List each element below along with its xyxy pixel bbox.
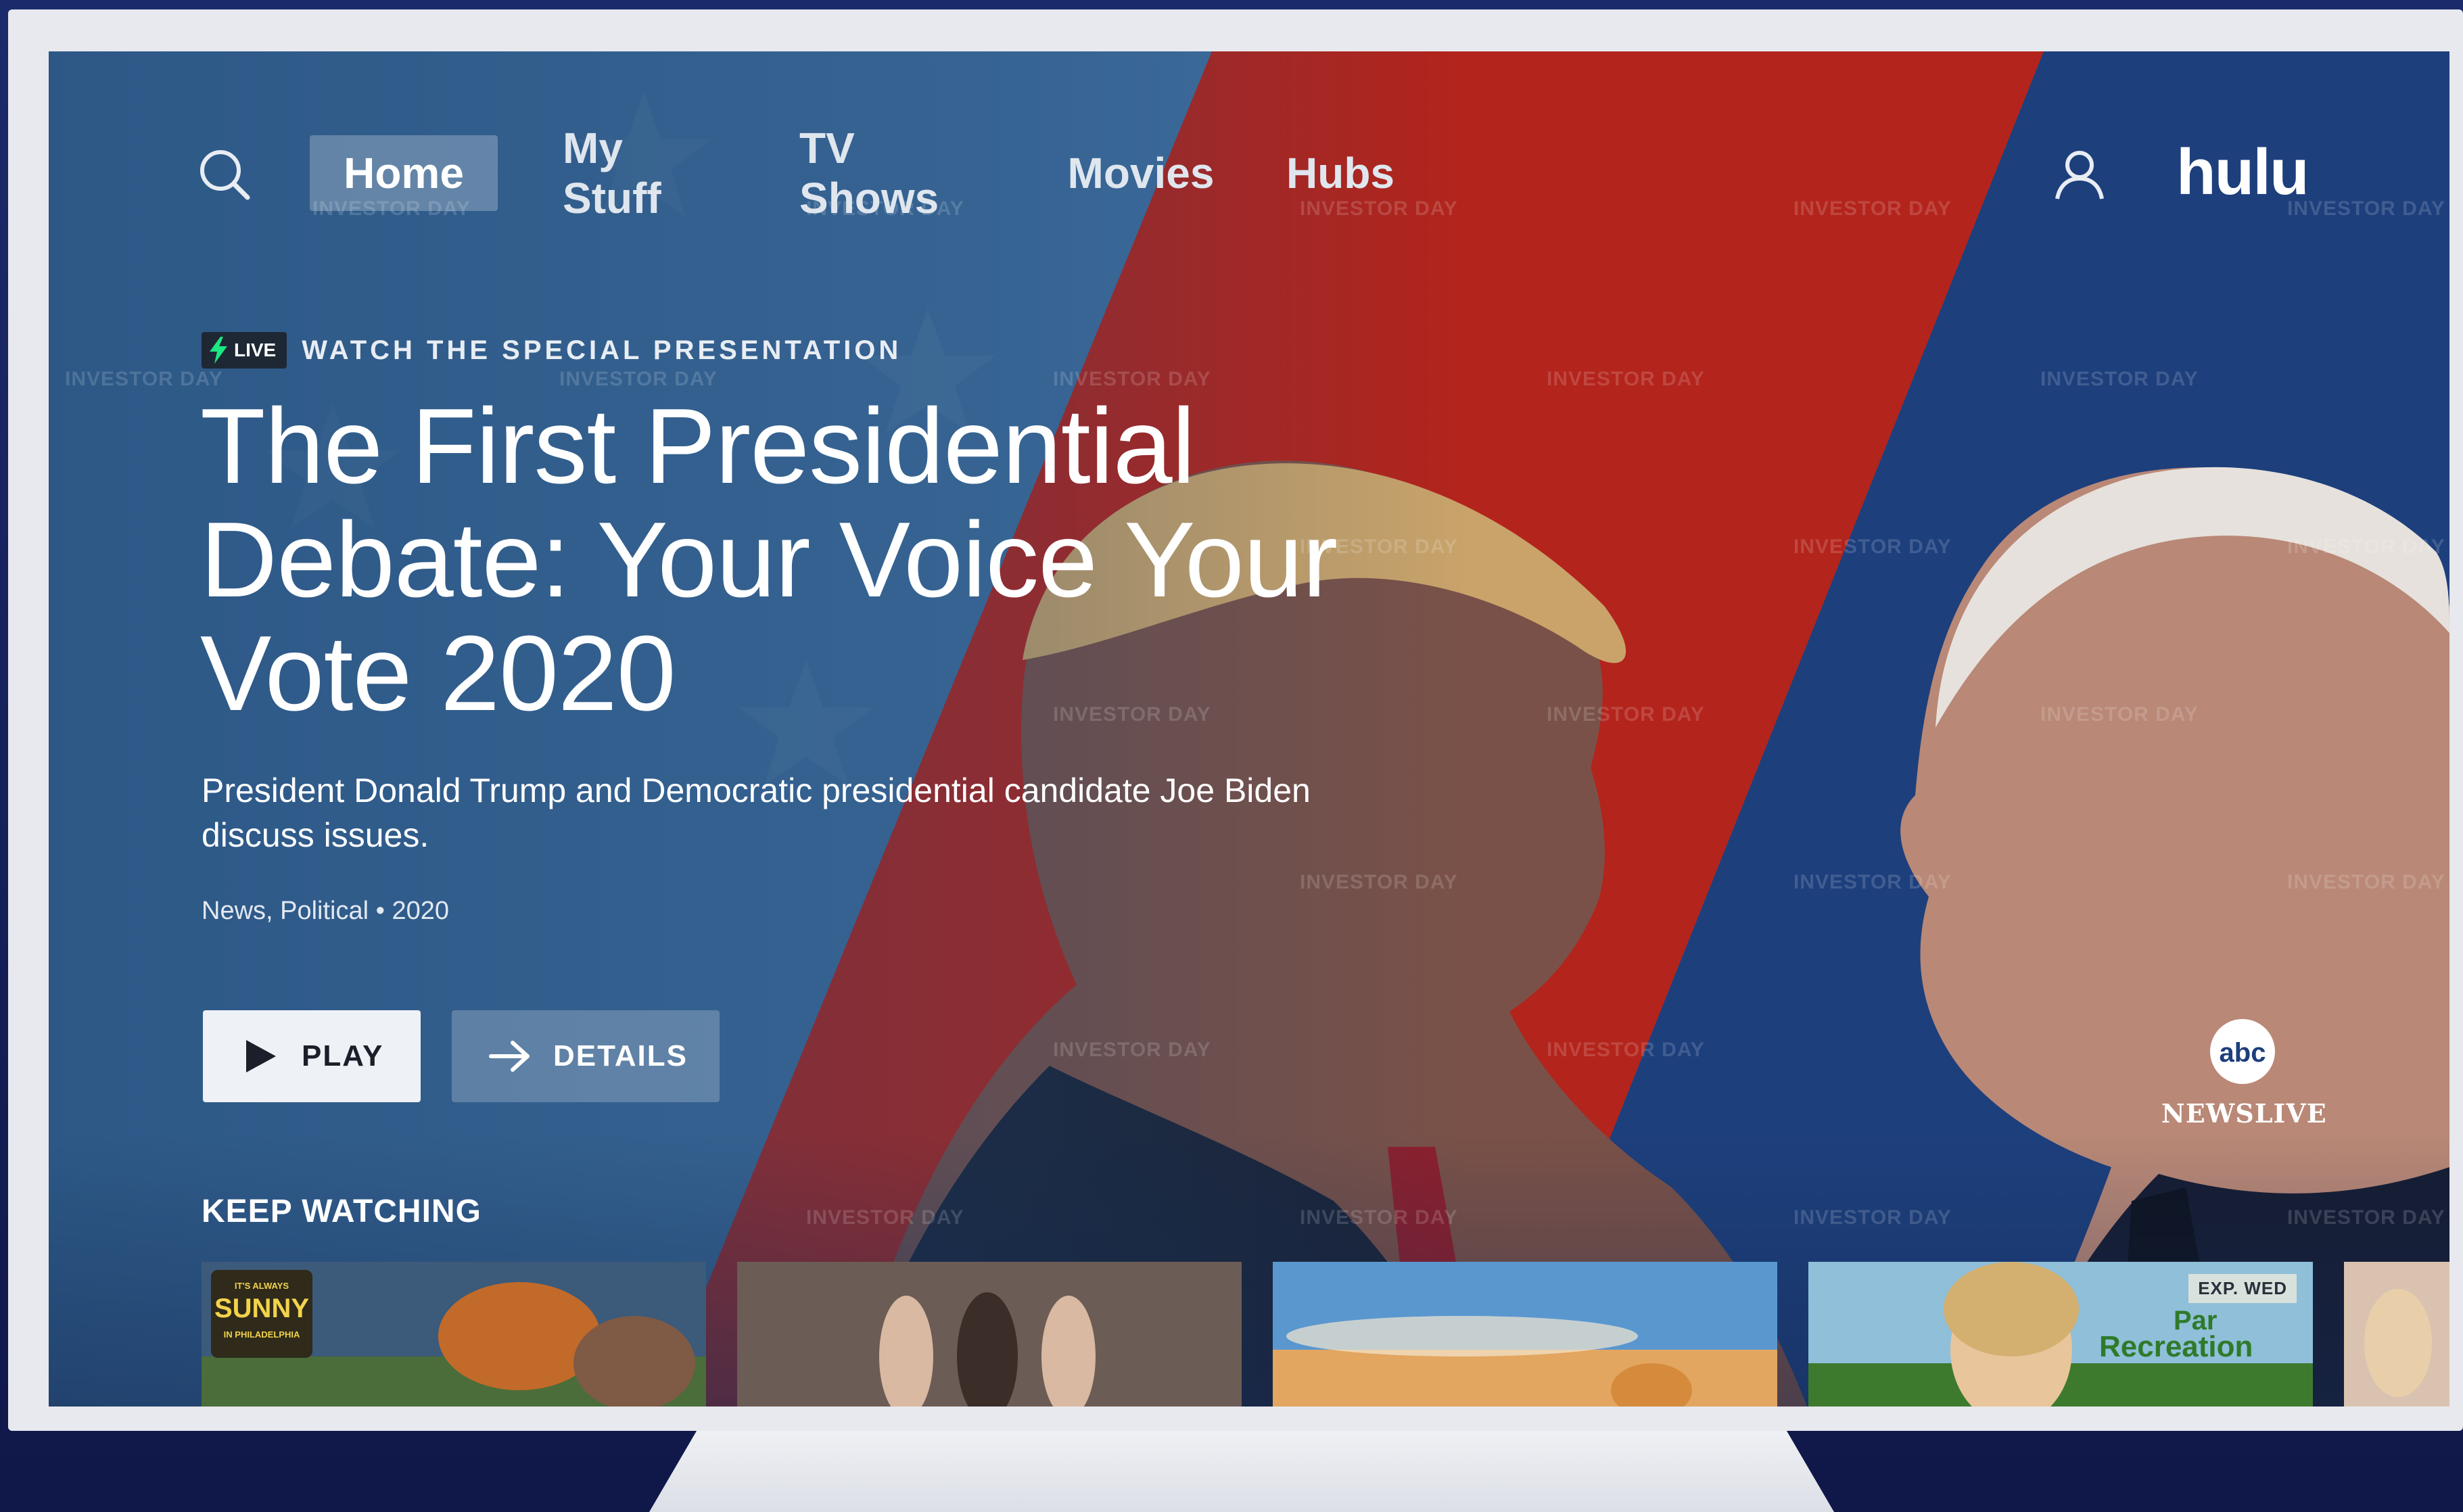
tab-my-stuff[interactable]: My Stuff xyxy=(529,124,752,222)
hero-title: The First Presidential Debate: Your Voic… xyxy=(200,387,1338,733)
details-button[interactable]: DETAILS xyxy=(452,1010,720,1102)
search-button[interactable] xyxy=(197,147,252,202)
watermark: INVESTOR DAY xyxy=(2040,703,2199,726)
watermark: INVESTOR DAY xyxy=(2287,1206,2445,1229)
lightning-icon xyxy=(210,337,227,364)
watermark: INVESTOR DAY xyxy=(2287,197,2445,220)
svg-text:SUNNY: SUNNY xyxy=(214,1294,309,1323)
tv-frame: INVESTOR DAY INVESTOR DAY INVESTOR DAY I… xyxy=(8,9,2463,1431)
watermark: INVESTOR DAY xyxy=(2040,368,2199,390)
watermark: INVESTOR DAY xyxy=(1793,197,1952,220)
keep-watching-item[interactable] xyxy=(2344,1262,2449,1407)
thumbnail-partial xyxy=(2344,1262,2449,1407)
keep-watching-item[interactable] xyxy=(1273,1262,1777,1407)
hulu-logo[interactable]: hulu xyxy=(2176,135,2309,210)
watermark: INVESTOR DAY xyxy=(1793,536,1952,558)
top-nav: Home My Stuff TV Shows Movies Hubs hulu xyxy=(49,51,2449,222)
play-icon xyxy=(246,1040,276,1072)
expiring-badge: EXP. WED xyxy=(2188,1274,2297,1303)
news-live-text: NEWSLIVE xyxy=(2161,1098,2327,1129)
keep-watching-item[interactable]: Par Recreation EXP. WED xyxy=(1808,1262,2313,1407)
profile-button[interactable] xyxy=(2050,145,2109,203)
abc-logo-icon: abc xyxy=(2210,1019,2275,1084)
live-label: LIVE xyxy=(234,339,277,360)
search-icon xyxy=(200,150,250,200)
user-icon xyxy=(2055,151,2104,199)
tv-stand xyxy=(649,1431,1834,1512)
tab-hubs[interactable]: Hubs xyxy=(1259,135,1422,211)
keep-watching-item[interactable] xyxy=(737,1262,1242,1407)
tab-tv-shows[interactable]: TV Shows xyxy=(766,124,1023,222)
details-label: DETAILS xyxy=(553,1039,688,1072)
tab-home[interactable]: Home xyxy=(310,135,498,211)
hero-meta: News, Political • 2020 xyxy=(202,897,450,925)
watermark: INVESTOR DAY xyxy=(806,1206,964,1229)
watermark: INVESTOR DAY xyxy=(1547,703,1705,726)
watermark: INVESTOR DAY xyxy=(1793,871,1952,893)
live-badge: LIVE xyxy=(202,332,287,369)
watermark: INVESTOR DAY xyxy=(1547,368,1705,390)
network-logo: abc NEWSLIVE xyxy=(2161,1008,2327,1136)
tab-movies[interactable]: Movies xyxy=(1036,135,1246,211)
svg-text:IT'S ALWAYS: IT'S ALWAYS xyxy=(235,1281,289,1291)
hero-description: President Donald Trump and Democratic pr… xyxy=(202,772,1311,854)
thumbnail-sunny: IT'S ALWAYS SUNNY IN PHILADELPHIA xyxy=(202,1262,706,1407)
thumbnail-sky xyxy=(1273,1262,1777,1407)
watermark: INVESTOR DAY xyxy=(2287,536,2445,558)
watermark: INVESTOR DAY xyxy=(1300,1206,1458,1229)
watermark: INVESTOR DAY xyxy=(65,368,223,390)
arrow-right-icon xyxy=(489,1041,530,1072)
play-label: PLAY xyxy=(302,1039,384,1072)
watermark: INVESTOR DAY xyxy=(1053,1039,1211,1061)
keep-watching-title: KEEP WATCHING xyxy=(202,1194,482,1229)
hero-eyebrow: WATCH THE SPECIAL PRESENTATION xyxy=(302,335,902,365)
svg-text:IN PHILADELPHIA: IN PHILADELPHIA xyxy=(224,1329,300,1340)
keep-watching-item[interactable]: IT'S ALWAYS SUNNY IN PHILADELPHIA xyxy=(202,1262,706,1407)
svg-text:Recreation: Recreation xyxy=(2099,1330,2253,1363)
watermark: INVESTOR DAY xyxy=(1793,1206,1952,1229)
tv-screen: INVESTOR DAY INVESTOR DAY INVESTOR DAY I… xyxy=(49,51,2449,1407)
watermark: INVESTOR DAY xyxy=(1300,871,1458,893)
live-row: LIVE WATCH THE SPECIAL PRESENTATION xyxy=(202,330,901,371)
play-button[interactable]: PLAY xyxy=(203,1010,421,1102)
abc-logo-text: abc xyxy=(2220,1038,2266,1068)
watermark: INVESTOR DAY xyxy=(1547,1039,1705,1061)
thumbnail-reality xyxy=(737,1262,1242,1407)
watermark: INVESTOR DAY xyxy=(2287,871,2445,893)
